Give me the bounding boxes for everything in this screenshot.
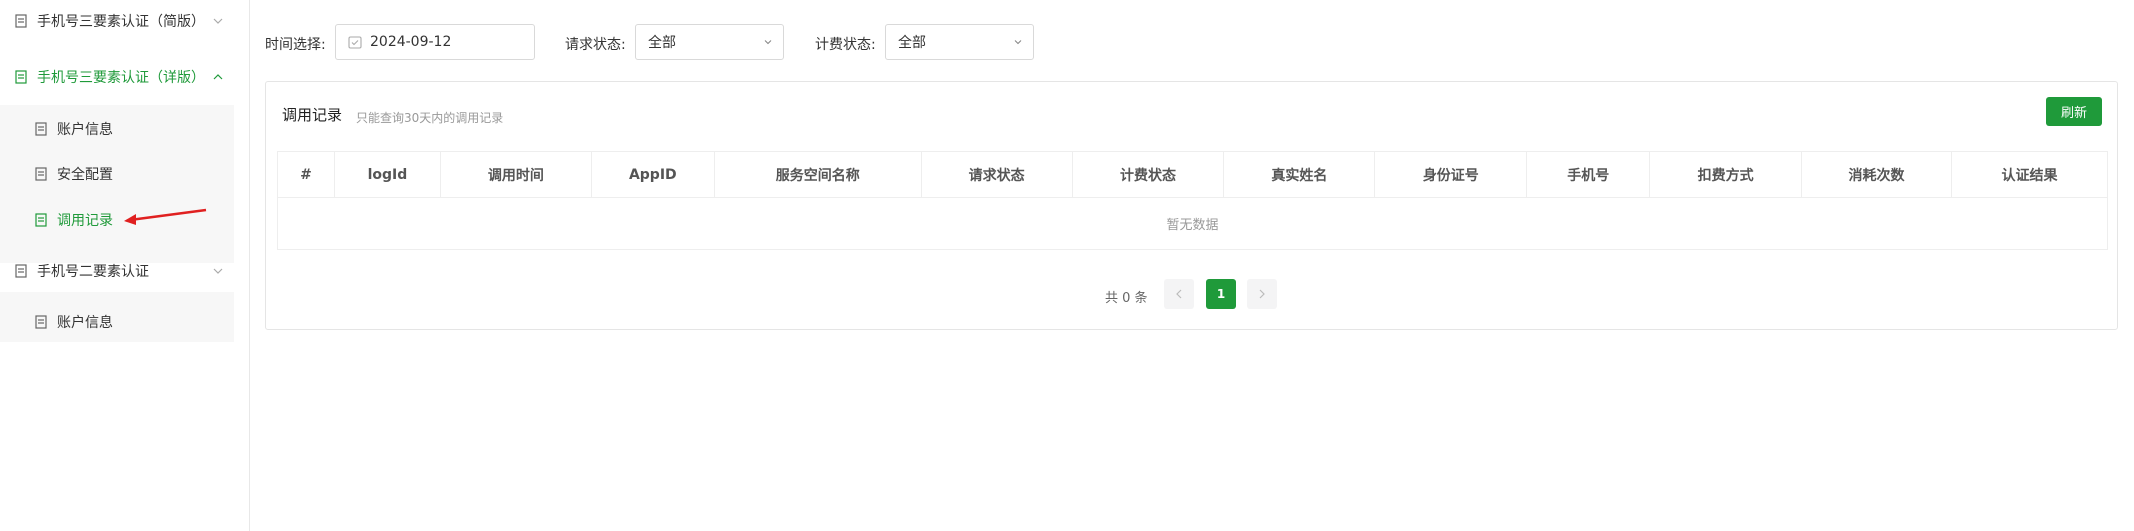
document-icon [34,212,48,227]
next-page-button[interactable] [1247,279,1277,309]
prev-page-button[interactable] [1164,279,1194,309]
card-title: 调用记录 [282,106,343,124]
column-header: # [277,151,335,198]
document-icon [14,70,28,84]
refresh-button[interactable]: 刷新 [2046,97,2102,126]
chevron-up-icon [212,71,224,83]
column-header: 请求状态 [920,151,1073,198]
menu-item-label: 账户信息 [57,314,113,331]
menu-item-phone-3-detailed[interactable]: 手机号三要素认证（详版） [0,56,234,98]
menu-item-account-info-2[interactable]: 账户信息 [0,299,234,344]
chevron-down-icon [212,15,224,27]
menu-item-label: 手机号二要素认证 [37,264,149,280]
chevron-left-icon [1176,289,1182,299]
menu-item-phone-2[interactable]: 手机号二要素认证 [0,250,234,292]
table-header-row: # logId 调用时间 AppID 服务空间名称 请求状态 计费状态 真实姓名… [277,151,2108,198]
column-header: AppID [590,151,715,198]
pagination-total: 共 0 条 [1105,291,1148,306]
column-header: 服务空间名称 [713,151,922,198]
column-header: 手机号 [1526,151,1651,198]
column-header: 计费状态 [1071,151,1225,198]
billing-status-value: 全部 [898,35,926,51]
sidebar-divider [249,0,250,531]
column-header: 认证结果 [1951,151,2108,198]
document-icon [14,14,28,28]
empty-state-text: 暂无数据 [277,197,2108,250]
date-picker[interactable]: 2024-09-12 [335,24,535,60]
menu-item-security[interactable]: 安全配置 [0,151,234,196]
document-icon [14,264,28,278]
calendar-icon [348,35,362,49]
sidebar: 手机号三要素认证（简版） 手机号三要素认证（详版） 账户信息 安全配置 调用记录… [0,0,234,531]
table-row: 暂无数据 [277,197,2108,250]
time-filter-label: 时间选择: [265,37,326,53]
pagination: 共 0 条 1 [266,279,2117,309]
menu-item-label: 调用记录 [57,212,113,229]
records-table: # logId 调用时间 AppID 服务空间名称 请求状态 计费状态 真实姓名… [277,151,2108,250]
page-button-current[interactable]: 1 [1206,279,1236,309]
document-icon [34,314,48,329]
chevron-down-icon [763,37,773,47]
request-status-select[interactable]: 全部 [635,24,784,60]
card-subtitle: 只能查询30天内的调用记录 [356,111,504,125]
menu-item-account-info[interactable]: 账户信息 [0,106,234,151]
billing-status-label: 计费状态: [815,37,876,53]
chevron-right-icon [1259,289,1265,299]
chevron-down-icon [212,265,224,277]
column-header: 身份证号 [1374,151,1528,198]
records-card: 调用记录 只能查询30天内的调用记录 刷新 # logId 调用时间 AppID… [265,81,2118,330]
column-header: 消耗次数 [1801,151,1952,198]
billing-status-select[interactable]: 全部 [885,24,1034,60]
document-icon [34,121,48,136]
document-icon [34,166,48,181]
menu-item-label: 账户信息 [57,121,113,138]
chevron-down-icon [1013,37,1023,47]
date-value: 2024-09-12 [370,34,452,50]
annotation-arrow-icon [124,208,207,225]
column-header: 扣费方式 [1649,151,1803,198]
request-status-label: 请求状态: [565,37,626,53]
column-header: 调用时间 [439,151,592,198]
menu-item-label: 手机号三要素认证（详版） [37,70,205,86]
menu-item-label: 手机号三要素认证（简版） [37,14,205,30]
menu-item-label: 安全配置 [57,166,113,183]
column-header: logId [333,151,441,198]
column-header: 真实姓名 [1223,151,1376,198]
menu-item-phone-3-simple[interactable]: 手机号三要素认证（简版） [0,0,234,42]
request-status-value: 全部 [648,35,676,51]
